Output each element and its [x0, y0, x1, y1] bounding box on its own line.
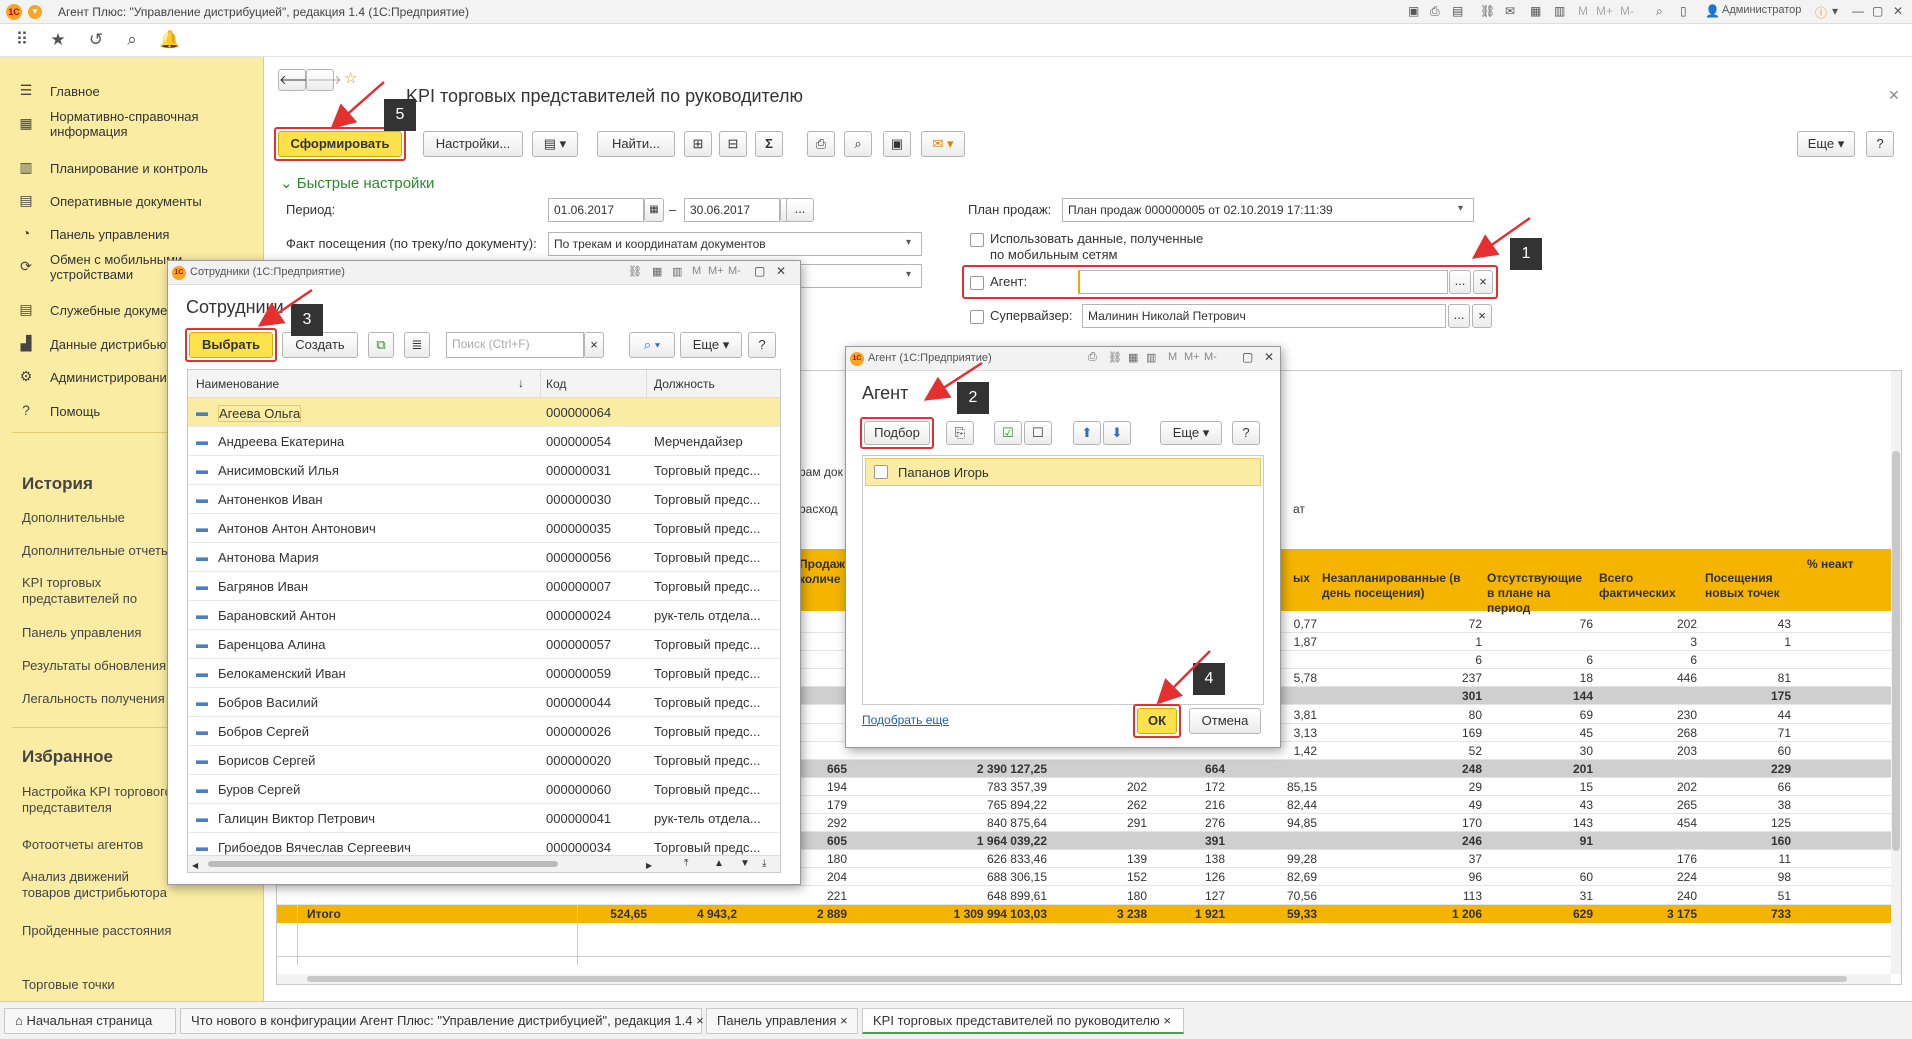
tab-kpi-label: KPI торговых представителей по руководит… [873, 1013, 1160, 1028]
tab-kpi[interactable]: KPI торговых представителей по руководит… [862, 1008, 1184, 1034]
tab-home[interactable]: ⌂ Начальная страница [4, 1008, 176, 1034]
annotation-arrows [257, 81, 1531, 705]
close-icon[interactable]: × [1163, 1013, 1171, 1028]
tab-home-label: Начальная страница [26, 1013, 153, 1028]
tab-control-panel-label: Панель управления [717, 1013, 837, 1028]
open-windows-bar: ⌂ Начальная страница Что нового в конфиг… [0, 1001, 1912, 1039]
home-icon: ⌂ [15, 1013, 23, 1028]
arrow-3 [257, 288, 313, 327]
close-icon[interactable]: × [840, 1013, 848, 1028]
arrow-1 [1471, 216, 1531, 259]
close-icon[interactable]: × [696, 1013, 704, 1028]
arrow-2 [923, 361, 983, 401]
tab-whats-new-label: Что нового в конфигурации Агент Плюс: "У… [191, 1013, 693, 1028]
tab-whats-new[interactable]: Что нового в конфигурации Агент Плюс: "У… [180, 1008, 704, 1034]
arrow-5 [330, 81, 385, 130]
tab-control-panel[interactable]: Панель управления × [706, 1008, 858, 1034]
arrow-4 [1156, 650, 1211, 705]
